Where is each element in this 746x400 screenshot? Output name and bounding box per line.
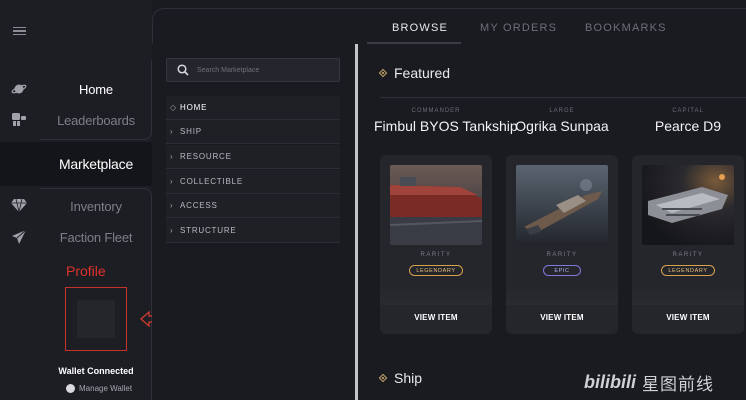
category-access[interactable]: › ACCESS [166, 194, 340, 218]
item-type: CAPITAL [672, 108, 704, 114]
bilibili-logo: bilibili [584, 372, 636, 392]
menu-icon[interactable] [10, 22, 28, 40]
category-label: ACCESS [180, 201, 218, 210]
category-label: STRUCTURE [180, 226, 237, 235]
category-home[interactable]: ◇ HOME [166, 96, 340, 120]
rarity-badge: LEGENDARY [409, 265, 463, 276]
view-item-button[interactable]: VIEW ITEM [632, 313, 744, 322]
wallet-icon [66, 384, 75, 393]
icon-rail [0, 0, 40, 400]
featured-item-card[interactable]: RARITY EPIC VIEW ITEM [506, 155, 618, 334]
nav-upper-panel [40, 60, 152, 140]
tab-browse[interactable]: BROWSE [392, 22, 448, 34]
card-fade [506, 285, 618, 305]
tab-my-orders[interactable]: MY ORDERS [480, 22, 557, 34]
featured-item-card[interactable]: RARITY LEGENDARY VIEW ITEM [632, 155, 744, 334]
card-fade [632, 285, 744, 305]
diamond-small-icon: ◇ [170, 103, 177, 112]
featured-item-card[interactable]: RARITY LEGENDARY VIEW ITEM [380, 155, 492, 334]
featured-item-header: CAPITAL Pearce D9 [626, 108, 746, 134]
ship-image [516, 165, 608, 245]
item-name: Fimbul BYOS Tankship [374, 118, 518, 134]
category-resource[interactable]: › RESOURCE [166, 145, 340, 169]
ship-image [642, 165, 734, 245]
view-item-button[interactable]: VIEW ITEM [506, 313, 618, 322]
category-label: COLLECTIBLE [180, 177, 244, 186]
divider [380, 97, 746, 98]
ship-heading: Ship [378, 370, 423, 386]
nav-marketplace[interactable]: Marketplace [40, 156, 152, 172]
chevron-right-icon: › [170, 201, 174, 210]
featured-title: Featured [394, 65, 451, 81]
chevron-right-icon: › [170, 177, 174, 186]
main-content: Featured COMMANDER Fimbul BYOS Tankship … [358, 44, 746, 400]
search-input[interactable]: Search Marketplace [166, 58, 340, 82]
nav-home[interactable]: Home [40, 82, 152, 97]
planet-icon[interactable] [10, 80, 28, 98]
tab-bookmarks[interactable]: BOOKMARKS [585, 22, 667, 34]
diamond-icon [378, 373, 388, 383]
nav-faction-fleet[interactable]: Faction Fleet [40, 230, 152, 245]
search-placeholder: Search Marketplace [197, 66, 260, 74]
wallet-status: Wallet Connected [58, 366, 134, 376]
watermark-text: 星图前线 [642, 375, 714, 394]
gem-icon[interactable] [10, 196, 28, 214]
category-ship[interactable]: › SHIP [166, 120, 340, 144]
rarity-label: RARITY [546, 252, 578, 258]
category-collectible[interactable]: › COLLECTIBLE [166, 170, 340, 194]
robot-icon[interactable] [10, 110, 28, 128]
chevron-right-icon: › [170, 127, 174, 136]
item-type: LARGE [549, 108, 575, 114]
manage-wallet-label: Manage Wallet [79, 384, 133, 393]
ship-image [390, 165, 482, 245]
manage-wallet-link[interactable]: Manage Wallet [66, 384, 132, 393]
rarity-label: RARITY [672, 252, 704, 258]
top-tabs: BROWSE MY ORDERS BOOKMARKS [152, 8, 746, 44]
card-fade [380, 285, 492, 305]
item-name: Pearce D9 [654, 118, 722, 134]
category-panel: Search Marketplace ◇ HOME › SHIP › RESOURCE… [152, 44, 356, 400]
item-name: Ogrika Sunpaa [515, 118, 609, 134]
watermark: bilibili 星图前线 [584, 370, 714, 395]
chevron-right-icon: › [170, 226, 174, 235]
ship-section-title: Ship [394, 370, 423, 386]
rarity-label: RARITY [420, 252, 452, 258]
item-type: COMMANDER [411, 108, 461, 114]
profile-label: Profile [66, 263, 106, 279]
avatar[interactable] [65, 287, 127, 351]
rarity-badge: LEGENDARY [661, 265, 715, 276]
view-item-button[interactable]: VIEW ITEM [380, 313, 492, 322]
jet-icon[interactable] [10, 228, 28, 246]
avatar-placeholder [77, 300, 115, 338]
nav-inventory[interactable]: Inventory [40, 199, 152, 214]
category-label: HOME [180, 103, 208, 112]
category-structure[interactable]: › STRUCTURE [166, 219, 340, 243]
nav-leaderboards[interactable]: Leaderboards [40, 113, 152, 128]
search-icon [177, 64, 189, 76]
featured-heading: Featured [378, 65, 451, 81]
category-label: RESOURCE [180, 152, 232, 161]
chevron-right-icon: › [170, 152, 174, 161]
diamond-icon [378, 68, 388, 78]
featured-item-header: COMMANDER Fimbul BYOS Tankship [374, 108, 518, 134]
featured-item-header: LARGE Ogrika Sunpaa [500, 108, 624, 134]
rarity-badge: EPIC [543, 265, 581, 276]
category-label: SHIP [180, 127, 202, 136]
